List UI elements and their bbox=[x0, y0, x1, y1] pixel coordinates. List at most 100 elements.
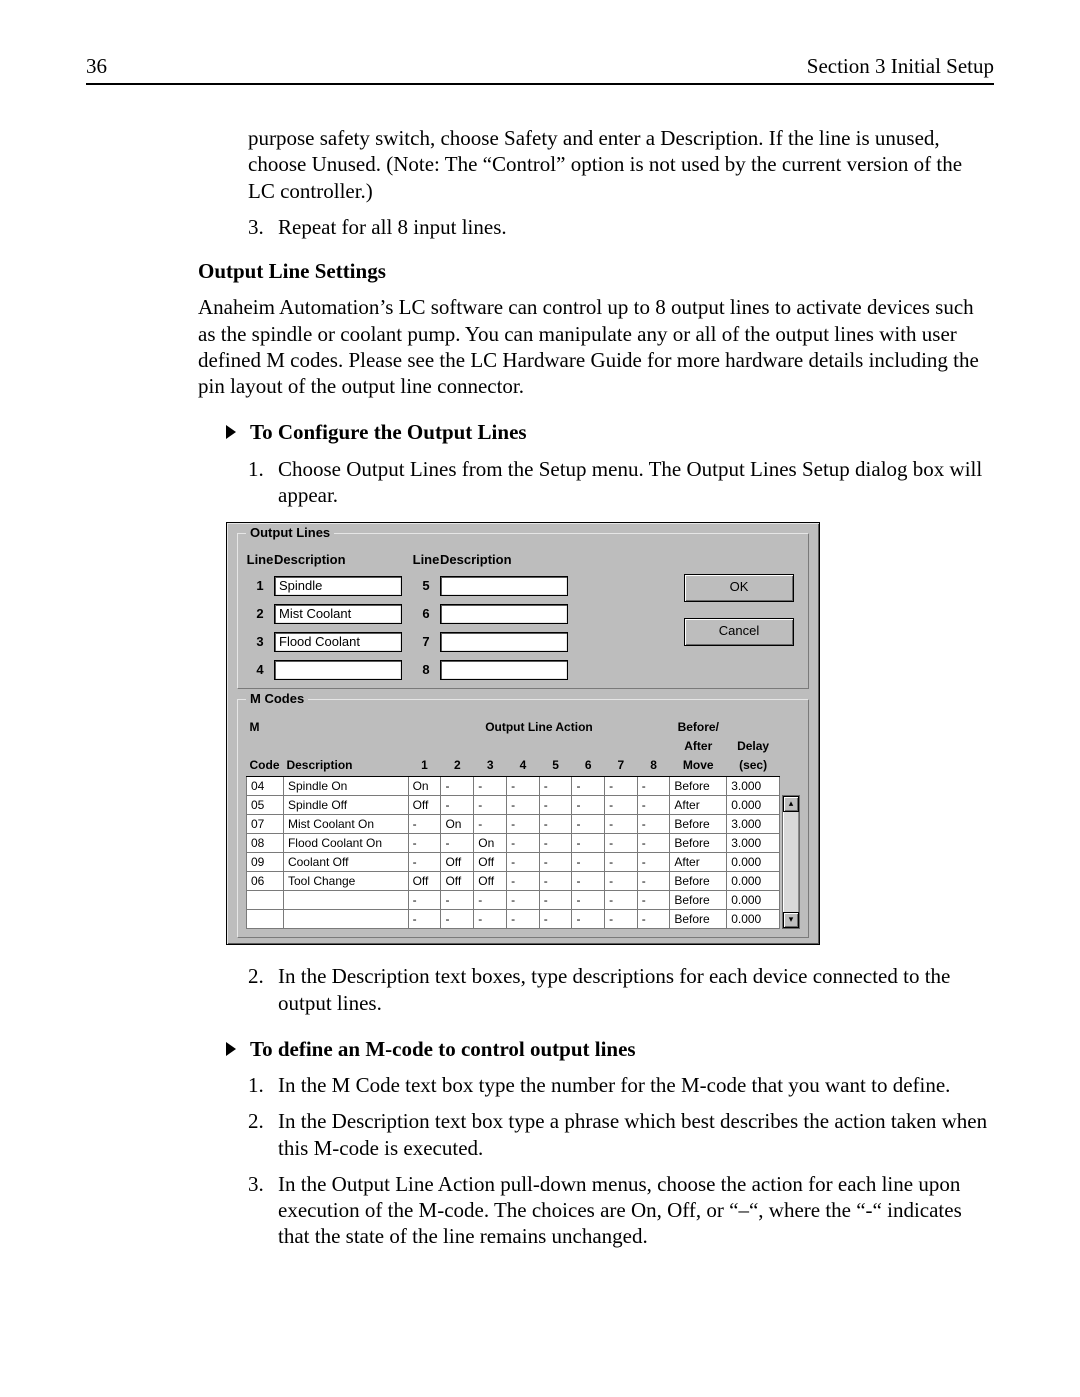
line-description-input[interactable] bbox=[274, 660, 402, 680]
mcode-action-cell[interactable]: - bbox=[605, 777, 638, 796]
mcode-cell[interactable]: 05 bbox=[247, 796, 284, 815]
mcode-move-cell[interactable]: Before bbox=[670, 891, 727, 910]
mcode-delay-cell[interactable]: 3.000 bbox=[727, 777, 780, 796]
mcode-delay-cell[interactable]: 0.000 bbox=[727, 853, 780, 872]
mcode-action-cell[interactable]: - bbox=[507, 910, 540, 929]
mcode-delay-cell[interactable]: 0.000 bbox=[727, 872, 780, 891]
line-description-input[interactable] bbox=[440, 660, 568, 680]
mcode-cell[interactable]: 06 bbox=[247, 872, 284, 891]
mcode-action-cell[interactable]: Off bbox=[474, 872, 507, 891]
mcode-action-cell[interactable]: - bbox=[507, 777, 540, 796]
mcode-action-cell[interactable]: - bbox=[605, 891, 638, 910]
mcode-cell[interactable] bbox=[247, 891, 284, 910]
mcode-action-cell[interactable]: On bbox=[441, 815, 474, 834]
mcode-action-cell[interactable]: - bbox=[637, 777, 670, 796]
mcode-action-cell[interactable]: - bbox=[441, 910, 474, 929]
mcode-action-cell[interactable]: - bbox=[572, 853, 605, 872]
mcode-action-cell[interactable]: Off bbox=[474, 853, 507, 872]
mcode-cell[interactable]: 09 bbox=[247, 853, 284, 872]
mcode-action-cell[interactable]: - bbox=[637, 834, 670, 853]
m-codes-scrollbar[interactable]: ▴ ▾ bbox=[782, 795, 800, 929]
mcode-action-cell[interactable]: - bbox=[637, 872, 670, 891]
mcode-action-cell[interactable]: - bbox=[441, 796, 474, 815]
mcode-action-cell[interactable]: - bbox=[539, 834, 572, 853]
mcode-action-cell[interactable]: - bbox=[408, 910, 441, 929]
mcode-action-cell[interactable]: - bbox=[507, 796, 540, 815]
mcode-action-cell[interactable]: Off bbox=[441, 853, 474, 872]
mcode-description-cell[interactable]: Tool Change bbox=[283, 872, 408, 891]
mcode-action-cell[interactable]: - bbox=[441, 777, 474, 796]
mcode-action-cell[interactable]: - bbox=[539, 796, 572, 815]
line-description-input[interactable]: Spindle bbox=[274, 576, 402, 596]
mcode-move-cell[interactable]: After bbox=[670, 853, 727, 872]
mcode-move-cell[interactable]: Before bbox=[670, 834, 727, 853]
mcode-description-cell[interactable]: Flood Coolant On bbox=[283, 834, 408, 853]
mcode-action-cell[interactable]: - bbox=[474, 891, 507, 910]
mcode-cell[interactable]: 04 bbox=[247, 777, 284, 796]
mcode-action-cell[interactable]: - bbox=[572, 834, 605, 853]
mcode-action-cell[interactable]: - bbox=[539, 910, 572, 929]
ok-button[interactable]: OK bbox=[684, 574, 794, 602]
cancel-button[interactable]: Cancel bbox=[684, 618, 794, 646]
mcode-move-cell[interactable]: Before bbox=[670, 910, 727, 929]
mcode-action-cell[interactable]: - bbox=[605, 834, 638, 853]
mcode-action-cell[interactable]: - bbox=[572, 872, 605, 891]
mcode-description-cell[interactable]: Spindle On bbox=[283, 777, 408, 796]
mcode-action-cell[interactable]: - bbox=[605, 796, 638, 815]
scroll-up-button[interactable]: ▴ bbox=[783, 796, 799, 812]
mcode-action-cell[interactable]: - bbox=[539, 777, 572, 796]
mcode-description-cell[interactable] bbox=[283, 891, 408, 910]
mcode-move-cell[interactable]: Before bbox=[670, 777, 727, 796]
mcode-action-cell[interactable]: - bbox=[572, 891, 605, 910]
mcode-action-cell[interactable]: - bbox=[539, 815, 572, 834]
mcode-move-cell[interactable]: Before bbox=[670, 815, 727, 834]
mcode-action-cell[interactable]: - bbox=[441, 891, 474, 910]
mcode-delay-cell[interactable]: 0.000 bbox=[727, 891, 780, 910]
mcode-action-cell[interactable]: - bbox=[572, 777, 605, 796]
mcode-action-cell[interactable]: - bbox=[474, 777, 507, 796]
mcode-description-cell[interactable]: Mist Coolant On bbox=[283, 815, 408, 834]
mcode-action-cell[interactable]: Off bbox=[408, 872, 441, 891]
mcode-action-cell[interactable]: - bbox=[408, 815, 441, 834]
mcode-action-cell[interactable]: - bbox=[408, 891, 441, 910]
mcode-move-cell[interactable]: Before bbox=[670, 872, 727, 891]
mcode-action-cell[interactable]: On bbox=[474, 834, 507, 853]
mcode-action-cell[interactable]: - bbox=[507, 853, 540, 872]
mcode-action-cell[interactable]: - bbox=[507, 872, 540, 891]
mcode-action-cell[interactable]: - bbox=[408, 853, 441, 872]
mcode-cell[interactable]: 08 bbox=[247, 834, 284, 853]
line-description-input[interactable]: Mist Coolant bbox=[274, 604, 402, 624]
scroll-down-button[interactable]: ▾ bbox=[783, 912, 799, 928]
mcode-action-cell[interactable]: - bbox=[572, 910, 605, 929]
mcode-action-cell[interactable]: - bbox=[507, 815, 540, 834]
mcode-action-cell[interactable]: - bbox=[605, 872, 638, 891]
mcode-action-cell[interactable]: - bbox=[539, 853, 572, 872]
mcode-action-cell[interactable]: - bbox=[408, 834, 441, 853]
mcode-action-cell[interactable]: On bbox=[408, 777, 441, 796]
line-description-input[interactable] bbox=[440, 576, 568, 596]
mcode-action-cell[interactable]: - bbox=[572, 815, 605, 834]
mcode-delay-cell[interactable]: 0.000 bbox=[727, 796, 780, 815]
line-description-input[interactable] bbox=[440, 632, 568, 652]
mcode-action-cell[interactable]: - bbox=[539, 872, 572, 891]
mcode-description-cell[interactable]: Spindle Off bbox=[283, 796, 408, 815]
mcode-delay-cell[interactable]: 3.000 bbox=[727, 834, 780, 853]
mcode-cell[interactable]: 07 bbox=[247, 815, 284, 834]
mcode-delay-cell[interactable]: 3.000 bbox=[727, 815, 780, 834]
mcode-action-cell[interactable]: - bbox=[507, 834, 540, 853]
mcode-action-cell[interactable]: Off bbox=[408, 796, 441, 815]
mcode-action-cell[interactable]: - bbox=[474, 910, 507, 929]
mcode-action-cell[interactable]: - bbox=[507, 891, 540, 910]
mcode-action-cell[interactable]: Off bbox=[441, 872, 474, 891]
mcode-action-cell[interactable]: - bbox=[637, 796, 670, 815]
line-description-input[interactable]: Flood Coolant bbox=[274, 632, 402, 652]
mcode-description-cell[interactable] bbox=[283, 910, 408, 929]
line-description-input[interactable] bbox=[440, 604, 568, 624]
mcode-action-cell[interactable]: - bbox=[605, 910, 638, 929]
mcode-cell[interactable] bbox=[247, 910, 284, 929]
mcode-action-cell[interactable]: - bbox=[605, 815, 638, 834]
mcode-action-cell[interactable]: - bbox=[637, 815, 670, 834]
mcode-action-cell[interactable]: - bbox=[605, 853, 638, 872]
mcode-action-cell[interactable]: - bbox=[474, 815, 507, 834]
mcode-delay-cell[interactable]: 0.000 bbox=[727, 910, 780, 929]
